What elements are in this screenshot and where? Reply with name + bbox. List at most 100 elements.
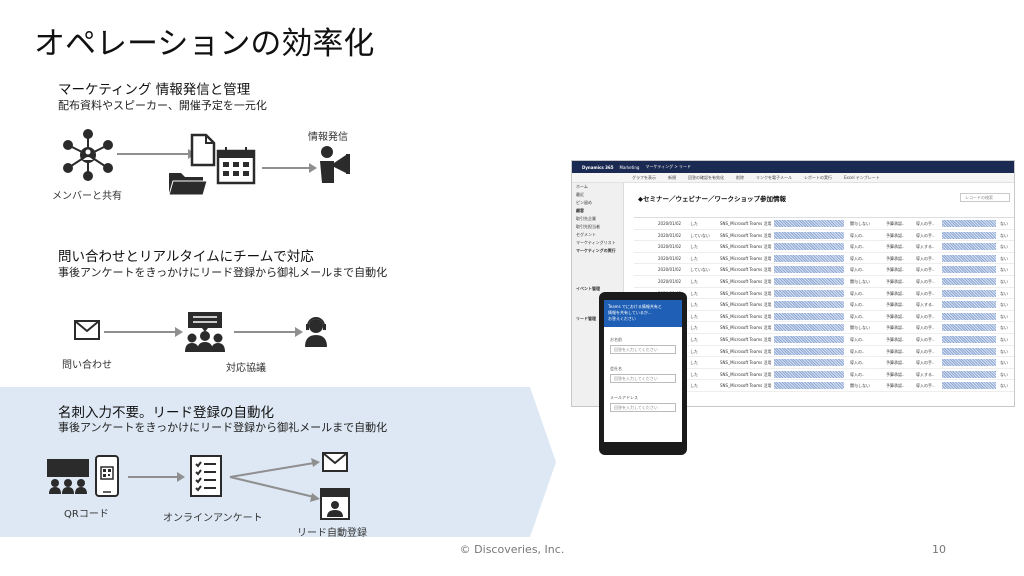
- crm-cell-date: 2020/01/02: [658, 221, 682, 226]
- phone-field-label: お名前: [610, 337, 622, 342]
- crm-cell-stage: 導入の手..: [916, 348, 935, 354]
- label-publish: 情報発信: [308, 132, 348, 143]
- crm-view-title: ◆セミナー／ウェビナー／ワークショップ参加情報: [638, 195, 786, 203]
- label-online-survey: オンラインアンケート: [163, 513, 263, 524]
- page-number: 10: [932, 543, 946, 556]
- crm-cell-yn: ない: [1000, 244, 1008, 250]
- crm-side-item: マーケティングの実行: [576, 248, 616, 253]
- phone-field-label: 会社名: [610, 366, 622, 371]
- crm-side-item: 取引先担当者: [576, 224, 600, 229]
- crm-cell-source: SNS_Microsoft Teams 活用: [720, 232, 772, 238]
- crm-cell-note: 予算承認..: [886, 278, 905, 284]
- crm-cell-source: SNS_Microsoft Teams 活用: [720, 336, 772, 342]
- crm-redacted-cell: [942, 277, 996, 285]
- crm-cell-flag: していない: [690, 267, 710, 273]
- crm-cell-date: 2020/01/02: [658, 255, 682, 261]
- crm-cell-note: 予算承認..: [886, 325, 905, 331]
- crm-top-nav: Dynamics 365 Marketing マーケティング > リード: [572, 161, 1014, 173]
- crm-cell-yn: ない: [1000, 221, 1008, 226]
- crm-table-row: 2020/01/02したSNS_Microsoft Teams 活用導入の..予…: [634, 253, 1014, 265]
- label-share: メンバーと共有: [52, 191, 122, 202]
- label-response: 対応協議: [226, 363, 266, 374]
- crm-cell-source: SNS_Microsoft Teams 活用: [720, 313, 772, 319]
- crm-cell-note: 予算承認..: [886, 313, 905, 319]
- crm-cell-status: 関与しない: [850, 383, 870, 389]
- crm-cell-status: 関与しない: [850, 221, 870, 226]
- crm-module: Marketing: [619, 164, 640, 170]
- crm-cell-yn: ない: [1000, 278, 1008, 284]
- crm-cell-status: 導入の..: [850, 267, 865, 273]
- crm-cell-source: SNS_Microsoft Teams 活用: [720, 371, 772, 377]
- crm-cell-yn: ない: [1000, 290, 1008, 296]
- phone-survey-screenshot: Teams でにおける情報共有と 情報を共有しているか... お答えください お…: [599, 292, 687, 455]
- crm-cell-yn: ない: [1000, 325, 1008, 331]
- crm-cell-stage: 導入の手..: [916, 383, 935, 389]
- crm-grid-header: [634, 209, 1014, 218]
- flow-arrow: [104, 327, 183, 337]
- crm-table-row: 2020/01/02したSNS_Microsoft Teams 活用導入の..予…: [634, 288, 1014, 300]
- section3-heading: 名刺入力不要。リード登録の自動化: [58, 405, 274, 421]
- crm-cell-stage: 導入の手..: [916, 313, 935, 319]
- crm-redacted-cell: [942, 324, 996, 332]
- crm-redacted-cell: [942, 370, 996, 378]
- crm-cell-stage: 導入する..: [916, 244, 935, 250]
- crm-cell-note: 予算承認..: [886, 360, 905, 366]
- crm-cell-flag: した: [690, 360, 698, 366]
- crm-cell-stage: 導入の手..: [916, 232, 935, 238]
- crm-cell-flag: した: [690, 278, 698, 284]
- crm-redacted-cell: [774, 289, 844, 297]
- crm-redacted-cell: [942, 243, 996, 251]
- crm-cell-source: SNS_Microsoft Teams 活用: [720, 325, 772, 331]
- crm-command-bar: グラフを表示 新規 回答の確認を有効化 削除 リンクを電子メール レポートの実行…: [572, 173, 1014, 183]
- crm-cell-note: 予算承認..: [886, 221, 905, 226]
- crm-cell-yn: ない: [1000, 232, 1008, 238]
- crm-cell-note: 予算承認..: [886, 267, 905, 273]
- crm-cell-stage: 導入の手..: [916, 267, 935, 273]
- crm-side-item: マーケティングリスト: [576, 240, 616, 245]
- crm-side-item: ホーム: [576, 184, 588, 189]
- crm-cell-flag: した: [690, 371, 698, 377]
- section1-subheading: 配布資料やスピーカー、開催予定を一元化: [58, 99, 267, 112]
- crm-redacted-cell: [942, 266, 996, 274]
- crm-cell-status: 導入の..: [850, 302, 865, 308]
- crm-cell-note: 予算承認..: [886, 232, 905, 238]
- phone-field-input: 回答を入力してください: [610, 345, 676, 354]
- crm-redacted-cell: [942, 301, 996, 309]
- crm-cell-status: 導入の..: [850, 313, 865, 319]
- crm-redacted-cell: [942, 382, 996, 390]
- crm-table-row: 2020/01/02したSNS_Microsoft Teams 活用導入の..予…: [634, 357, 1014, 369]
- crm-cell-status: 導入の..: [850, 232, 865, 238]
- team-meeting-icon: [185, 312, 225, 352]
- flow-arrow: [128, 472, 185, 482]
- crm-cell-note: 予算承認..: [886, 244, 905, 250]
- crm-table-row: 2020/01/02したSNS_Microsoft Teams 活用導入の..予…: [634, 241, 1014, 253]
- phone-header-line: お答えください: [608, 316, 636, 321]
- crm-cell-source: SNS_Microsoft Teams 活用: [720, 348, 772, 354]
- crm-cell-date: 2020/01/02: [658, 267, 682, 273]
- crm-cell-source: SNS_Microsoft Teams 活用: [720, 244, 772, 250]
- crm-side-item: ピン留め: [576, 200, 592, 205]
- crm-search-input: レコードの検索: [960, 193, 1010, 202]
- crm-table-row: 2020/01/02したSNS_Microsoft Teams 活用導入の..予…: [634, 369, 1014, 381]
- crm-redacted-cell: [774, 277, 844, 285]
- crm-cell-stage: 導入の手..: [916, 290, 935, 296]
- audience-screen-icon: [47, 459, 89, 494]
- crm-cmd: 新規: [668, 174, 676, 180]
- crm-table-row: 2020/01/02 した SNS_Microsoft Teams 活用 関与しない 予…: [634, 276, 1014, 288]
- crm-redacted-cell: [942, 335, 996, 343]
- crm-redacted-cell: [774, 301, 844, 309]
- crm-redacted-cell: [942, 254, 996, 262]
- crm-side-item: セグメント: [576, 232, 596, 237]
- crm-cell-date: 2020/01/02: [658, 244, 682, 250]
- crm-redacted-cell: [774, 254, 844, 262]
- crm-cell-note: 予算承認..: [886, 383, 905, 389]
- crm-redacted-cell: [942, 359, 996, 367]
- crm-cell-flag: していない: [690, 232, 710, 238]
- crm-redacted-cell: [942, 220, 996, 227]
- crm-redacted-cell: [942, 347, 996, 355]
- crm-app-name: Dynamics 365: [582, 164, 614, 170]
- crm-table-row: 2020/01/02したSNS_Microsoft Teams 活用導入の..予…: [634, 334, 1014, 346]
- phone-field-input: 回答を入力してください: [610, 403, 676, 412]
- label-lead-registration: リード自動登録: [297, 528, 367, 539]
- crm-redacted-cell: [774, 370, 844, 378]
